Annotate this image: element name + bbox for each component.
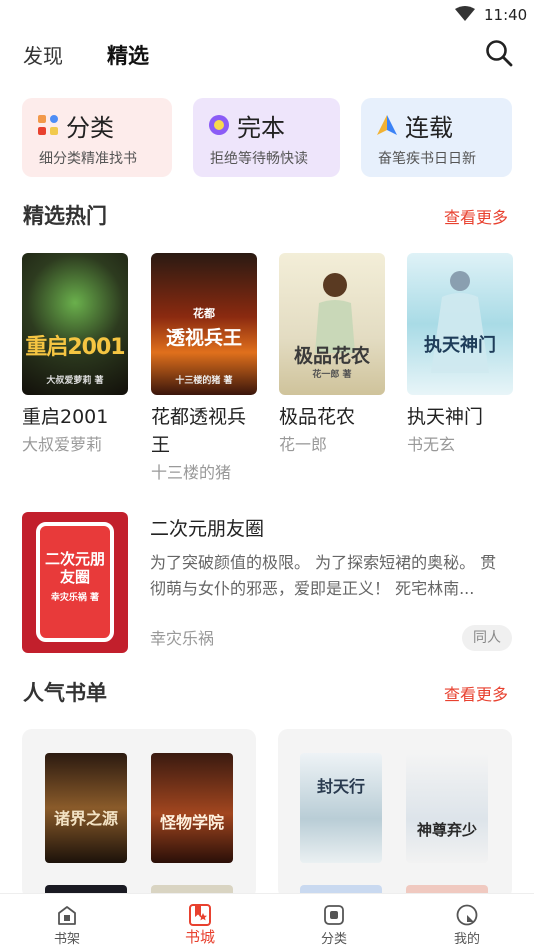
category-card-serial[interactable]: 连载 奋笔疾书日日新 — [361, 98, 512, 177]
book-cover: 极品花农 花一郎 著 — [279, 253, 385, 395]
search-icon[interactable] — [484, 38, 514, 68]
cover-top-text: 花都 — [193, 307, 215, 320]
book-item[interactable]: 花都 透视兵王 十三楼的猪 著 花都透视兵王 十三楼的猪 — [151, 253, 257, 485]
book-author: 十三楼的猪 — [151, 463, 232, 482]
nav-profile[interactable]: 我的 — [400, 894, 534, 949]
book-author: 书无玄 — [407, 435, 456, 454]
book-title: 执天神门 — [407, 406, 484, 428]
book-title: 极品花农 — [279, 406, 356, 428]
cover-figure — [431, 271, 489, 373]
category-icon — [324, 905, 344, 925]
book-title: 花都透视兵王 — [151, 406, 247, 456]
cover-author: 大叔爱萝莉 著 — [46, 376, 104, 386]
category-title: 完本 — [237, 114, 285, 142]
bottom-navigation: 书架 书城 分类 我的 — [0, 893, 534, 949]
profile-icon — [456, 904, 478, 926]
tab-featured[interactable]: 精选 — [107, 40, 149, 70]
booklist-card[interactable]: 封天行 神尊弃少 — [278, 729, 512, 899]
status-time: 11:40 — [484, 6, 528, 24]
cover-author: 花一郎 著 — [312, 370, 352, 380]
book-item[interactable]: 重启2001 大叔爱萝莉 著 重启2001 大叔爱萝莉 — [22, 253, 128, 457]
category-title: 连载 — [405, 114, 453, 142]
book-cover: 花都 透视兵王 十三楼的猪 著 — [151, 253, 257, 395]
nav-label: 我的 — [453, 932, 480, 947]
book-cover: 执天神门 — [407, 253, 513, 395]
category-card-classify[interactable]: 分类 细分类精准找书 — [22, 98, 172, 177]
cover-title: 透视兵王 — [165, 327, 242, 349]
cover-title: 神尊弃少 — [416, 821, 477, 839]
cover-title: 二次元朋友圈 — [44, 550, 105, 586]
book-cover: 封天行 — [300, 753, 382, 863]
section-title-lists: 人气书单 — [23, 681, 107, 705]
cover-title: 执天神门 — [424, 335, 496, 356]
book-cover: 二次元朋友圈 幸灾乐祸 著 — [22, 512, 128, 653]
cover-title: 封天行 — [316, 777, 365, 796]
book-author: 花一郎 — [279, 435, 328, 454]
nav-label: 书架 — [53, 932, 80, 947]
classify-icon — [38, 115, 58, 135]
book-item[interactable]: 极品花农 花一郎 著 极品花农 花一郎 — [279, 253, 385, 457]
serial-icon — [377, 115, 397, 135]
tab-discover[interactable]: 发现 — [23, 40, 63, 69]
nav-label: 分类 — [320, 932, 347, 947]
featured-title: 二次元朋友圈 — [150, 518, 265, 540]
book-cover: 怪物学院 — [151, 753, 233, 863]
cover-title: 重启2001 — [25, 335, 125, 360]
status-bar: 11:40 — [0, 0, 534, 30]
section-title-hot: 精选热门 — [23, 204, 107, 228]
bookshelf-icon — [58, 906, 76, 925]
book-title: 重启2001 — [22, 406, 109, 428]
cover-author: 十三楼的猪 著 — [175, 376, 233, 386]
top-nav: 发现 精选 — [0, 30, 534, 76]
nav-bookstore[interactable]: 书城 — [133, 894, 267, 949]
book-item[interactable]: 执天神门 执天神门 书无玄 — [407, 253, 513, 457]
category-card-completed[interactable]: 完本 拒绝等待畅快读 — [193, 98, 340, 177]
featured-author: 幸灾乐祸 — [150, 629, 215, 648]
cover-title: 怪物学院 — [159, 813, 224, 832]
category-subtitle: 奋笔疾书日日新 — [378, 151, 476, 167]
wifi-icon — [455, 6, 475, 21]
book-cover: 重启2001 大叔爱萝莉 著 — [22, 253, 128, 395]
booklist-card[interactable]: 诸界之源 怪物学院 — [22, 729, 256, 899]
book-author: 大叔爱萝莉 — [22, 435, 103, 454]
cover-title: 诸界之源 — [53, 809, 118, 828]
nav-category[interactable]: 分类 — [267, 894, 401, 949]
bookstore-icon — [189, 904, 211, 926]
completed-icon — [209, 115, 229, 135]
book-cover: 诸界之源 — [45, 753, 127, 863]
hot-more-link[interactable]: 查看更多 — [444, 204, 508, 228]
category-title: 分类 — [66, 114, 114, 142]
featured-tag: 同人 — [462, 625, 512, 651]
featured-book[interactable]: 二次元朋友圈 幸灾乐祸 著 二次元朋友圈 为了突破颜值的极限。 为了探索短裙的奥… — [22, 512, 512, 654]
cover-title: 极品花农 — [293, 345, 370, 367]
book-cover: 神尊弃少 — [406, 753, 488, 863]
category-subtitle: 细分类精准找书 — [39, 151, 137, 167]
category-subtitle: 拒绝等待畅快读 — [210, 151, 308, 167]
featured-description: 为了突破颜值的极限。 为了探索短裙的奥秘。 贯彻萌与女仆的邪恶，爱即是正义！ 死… — [150, 553, 497, 598]
cover-author: 幸灾乐祸 著 — [50, 593, 100, 603]
lists-more-link[interactable]: 查看更多 — [444, 681, 508, 705]
nav-label: 书城 — [184, 928, 215, 946]
nav-bookshelf[interactable]: 书架 — [0, 894, 134, 949]
